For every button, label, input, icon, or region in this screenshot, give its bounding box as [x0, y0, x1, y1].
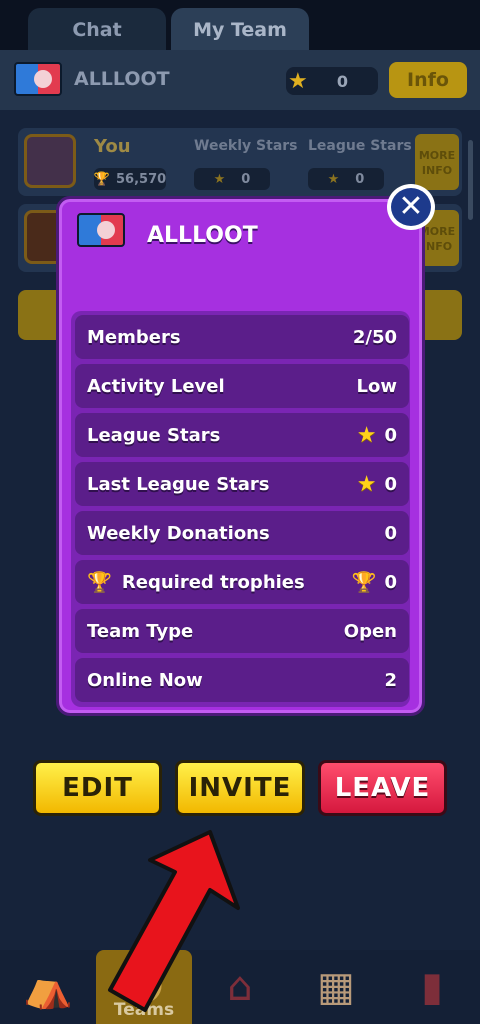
- team-flag-icon: [14, 62, 62, 96]
- team-stars-value: 0: [336, 71, 348, 91]
- tab-my-team[interactable]: My Team: [171, 8, 309, 52]
- stat-value: 0: [384, 424, 397, 446]
- team-stats: Members 2/50 Activity Level Low League S…: [71, 311, 410, 707]
- nav-events[interactable]: ▦: [288, 950, 384, 1024]
- close-button[interactable]: ✕: [387, 184, 435, 230]
- team-name: ALLLOOT: [74, 68, 170, 90]
- weekly-stars-pill: ★ 0: [194, 168, 270, 190]
- nav-teams-label: Teams: [113, 1000, 175, 1020]
- stat-label: Weekly Donations: [87, 522, 270, 544]
- nav-shop[interactable]: ⛺: [0, 950, 96, 1024]
- star-icon: ★: [327, 171, 340, 187]
- league-stars-value: 0: [355, 171, 365, 187]
- calendar-icon: ▦: [317, 964, 355, 1010]
- trophy-icon: 🏆: [87, 570, 112, 594]
- star-icon: ★: [288, 68, 308, 94]
- stat-label: Required trophies: [121, 571, 305, 593]
- book-icon: ▮: [420, 964, 443, 1010]
- bottom-nav: ⛺ ☻ Teams ⌂ ▦ ▮: [0, 950, 480, 1024]
- close-icon: ✕: [398, 189, 424, 224]
- team-stars-pill: ★ 0: [286, 67, 378, 95]
- home-icon: ⌂: [227, 964, 253, 1010]
- nav-home[interactable]: ⌂: [192, 950, 288, 1024]
- member-name: You: [94, 136, 131, 157]
- shop-icon: ⛺: [23, 964, 73, 1011]
- nav-collection[interactable]: ▮: [384, 950, 480, 1024]
- stat-activity-level: Activity Level Low: [75, 364, 409, 408]
- stat-value: 0: [384, 522, 397, 544]
- stat-value: 2/50: [352, 326, 397, 348]
- stat-value: 0: [384, 473, 397, 495]
- stat-weekly-donations: Weekly Donations 0: [75, 511, 409, 555]
- trophy-pill: 🏆 56,570: [94, 168, 166, 190]
- league-stars-pill: ★ 0: [308, 168, 384, 190]
- invite-button[interactable]: INVITE: [175, 760, 305, 816]
- stat-online-now: Online Now 2: [75, 658, 409, 702]
- weekly-stars-label: Weekly Stars: [194, 138, 298, 154]
- trophy-icon: 🏆: [93, 171, 111, 187]
- modal-title: ALLLOOT: [147, 223, 258, 248]
- stat-value: 2: [384, 669, 397, 691]
- list-item[interactable]: You 🏆 56,570 Weekly Stars ★ 0 League Sta…: [18, 128, 462, 196]
- avatar: [24, 134, 76, 188]
- tab-chat[interactable]: Chat: [28, 8, 166, 52]
- stat-team-type: Team Type Open: [75, 609, 409, 653]
- stat-label: Last League Stars: [87, 473, 270, 495]
- stat-value: Low: [356, 375, 397, 397]
- team-flag-icon: [77, 213, 125, 247]
- stat-value: 0: [384, 571, 397, 593]
- star-icon: ★: [356, 422, 377, 448]
- stat-label: Members: [87, 326, 181, 348]
- trophy-icon: 🏆: [351, 570, 377, 594]
- stat-label: Team Type: [87, 620, 194, 642]
- nav-teams[interactable]: ☻ Teams: [96, 950, 192, 1024]
- scrollbar[interactable]: [468, 140, 473, 220]
- info-button[interactable]: Info: [389, 62, 467, 98]
- more-info-button[interactable]: MORE INFO: [415, 134, 459, 190]
- stat-label: League Stars: [87, 424, 221, 446]
- top-tabs: Chat My Team: [0, 0, 480, 52]
- stat-label: Online Now: [87, 669, 203, 691]
- stat-league-stars: League Stars ★ 0: [75, 413, 409, 457]
- team-info-modal: ALLLOOT Members 2/50 Activity Level Low …: [56, 196, 425, 716]
- stat-value: Open: [343, 620, 397, 642]
- star-icon: ★: [213, 171, 226, 187]
- stat-label: Activity Level: [87, 375, 225, 397]
- edit-button[interactable]: EDIT: [33, 760, 162, 816]
- stat-required-trophies: 🏆 Required trophies 🏆 0: [75, 560, 409, 604]
- stat-members: Members 2/50: [75, 315, 409, 359]
- league-stars-label: League Stars: [308, 138, 412, 154]
- leave-button[interactable]: LEAVE: [318, 760, 447, 816]
- trophy-count: 56,570: [116, 171, 167, 187]
- weekly-stars-value: 0: [241, 171, 251, 187]
- star-icon: ★: [356, 471, 377, 497]
- stat-last-league-stars: Last League Stars ★ 0: [75, 462, 409, 506]
